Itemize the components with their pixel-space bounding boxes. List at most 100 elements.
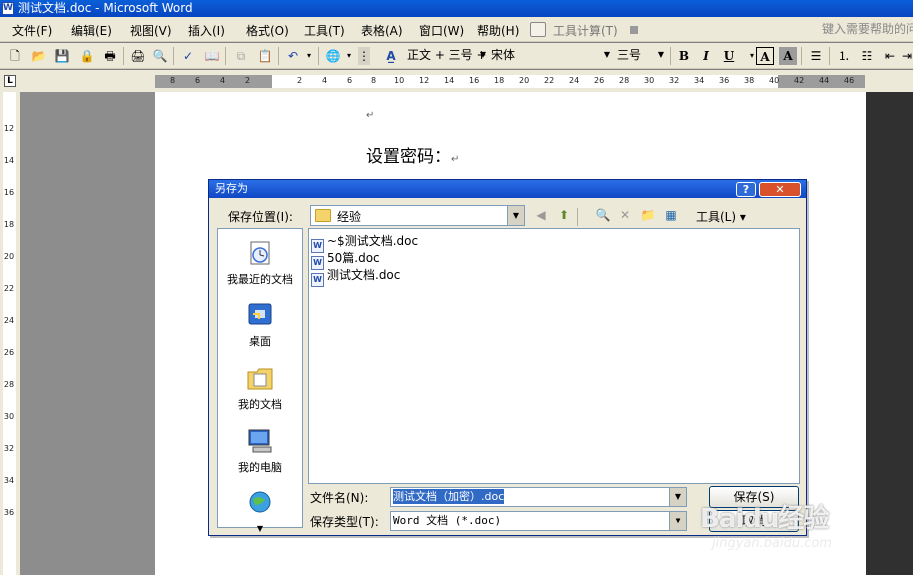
font-size-value: 三号 (617, 48, 642, 62)
ruler-tick: 22 (544, 76, 555, 85)
place-my-computer[interactable]: 我的电脑 (218, 427, 302, 475)
tab-selector[interactable]: L (4, 75, 16, 87)
dialog-title-bar[interactable]: 另存为 ? ✕ (209, 180, 806, 198)
decrease-indent-icon[interactable]: ⇤ (881, 47, 899, 65)
vertical-ruler[interactable]: 12 14 16 18 20 22 24 26 28 30 32 34 36 (0, 92, 20, 575)
align-justify-icon[interactable]: ☰ (807, 47, 825, 65)
chevron-down-icon[interactable]: ▼ (669, 488, 686, 506)
ruler-tick: 18 (494, 76, 505, 85)
paragraph-mark: ↵ (366, 110, 375, 121)
menu-tool-calc[interactable]: 工具计算(T) (553, 22, 618, 39)
menu-file[interactable]: 文件(F) (12, 22, 52, 39)
heading-text: 设置密码： (366, 147, 451, 167)
options-dropdown-icon[interactable]: ▾ (340, 47, 358, 65)
spelling-icon[interactable]: ✓ (179, 47, 197, 65)
menu-insert[interactable]: 插入(I) (188, 22, 225, 39)
document-heading[interactable]: 设置密码：↵ (366, 142, 459, 167)
place-desktop[interactable]: 桌面 (218, 301, 302, 349)
place-my-documents[interactable]: 我的文档 (218, 364, 302, 412)
bullet-list-icon[interactable]: ☷ (858, 47, 876, 65)
print-preview-icon[interactable]: 🖨 (129, 47, 147, 65)
filename-input[interactable]: 测试文档（加密）.doc ▼ (390, 487, 687, 507)
views-icon[interactable]: ▦ (662, 207, 680, 224)
tools-menu[interactable]: 工具(L) ▾ (696, 208, 746, 225)
permission-icon[interactable]: 🔒 (78, 47, 96, 65)
ruler-tick: 26 (594, 76, 605, 85)
filetype-combo[interactable]: Word 文档 (*.doc) ▼ (390, 511, 687, 531)
open-folder-icon[interactable]: 📂 (30, 47, 48, 65)
numbered-list-icon[interactable]: ⒈ (835, 47, 853, 65)
place-recent[interactable]: 我最近的文档 (218, 239, 302, 287)
menu-table[interactable]: 表格(A) (361, 22, 403, 39)
chevron-down-icon: ▼ (479, 50, 486, 59)
styles-formatting-icon[interactable]: A̲ (382, 47, 400, 65)
ruler-tick: 22 (3, 284, 15, 293)
toolbar-options-icon[interactable]: ⋮ (358, 47, 370, 65)
search-web-icon[interactable]: 🔍 (594, 207, 612, 224)
place-label: 我最近的文档 (227, 273, 293, 286)
new-folder-icon[interactable]: 📁 (639, 207, 657, 224)
ruler-tick: 20 (3, 252, 15, 261)
ruler-tick: 8 (170, 76, 176, 85)
separator (123, 47, 124, 65)
print-icon[interactable]: 🖶 (101, 47, 119, 65)
ruler-tick: 36 (719, 76, 730, 85)
menu-window[interactable]: 窗口(W) (419, 22, 464, 39)
scroll-down-icon[interactable]: ▼ (257, 524, 263, 533)
copy-icon[interactable]: ⧉ (232, 47, 250, 65)
file-item[interactable]: W 测试文档.doc (311, 266, 400, 287)
menu-edit[interactable]: 编辑(E) (71, 22, 112, 39)
magnify-icon[interactable]: 🔍 (151, 47, 169, 65)
desktop-icon (248, 303, 272, 325)
separator (801, 47, 802, 65)
chevron-down-icon[interactable]: ▼ (669, 512, 686, 530)
close-button[interactable]: ✕ (759, 182, 801, 197)
italic-button[interactable]: I (697, 47, 715, 65)
calculator-icon[interactable] (530, 22, 546, 37)
ruler-tick: 24 (569, 76, 580, 85)
recent-documents-icon (250, 241, 270, 265)
ruler-tick: 12 (3, 124, 15, 133)
underline-button[interactable]: U (720, 47, 738, 65)
font-combo[interactable]: 宋体 ▼ (488, 46, 612, 66)
horizontal-ruler[interactable]: 8 6 4 2 2 4 6 8 10 12 14 16 18 20 22 24 … (155, 75, 865, 88)
chevron-down-icon[interactable]: ▼ (507, 206, 524, 225)
separator (173, 47, 174, 65)
menu-help[interactable]: 帮助(H) (477, 22, 519, 39)
font-size-combo[interactable]: 三号 ▼ (614, 46, 666, 66)
ruler-tick: 34 (3, 476, 15, 485)
style-combo[interactable]: 正文 + 三号 + ▼ (404, 46, 488, 66)
menu-tools[interactable]: 工具(T) (304, 22, 345, 39)
up-folder-icon[interactable]: ⬆ (555, 207, 573, 224)
word-document-icon[interactable]: W (2, 2, 14, 15)
delete-icon[interactable]: ✕ (616, 207, 634, 224)
save-icon[interactable]: 💾 (53, 47, 71, 65)
ruler-tick: 14 (444, 76, 455, 85)
dialog-title: 另存为 (215, 182, 248, 195)
my-documents-icon (247, 368, 273, 390)
increase-indent-icon[interactable]: ⇥ (902, 47, 912, 65)
ruler-tick: 2 (297, 76, 303, 85)
menu-format[interactable]: 格式(O) (246, 22, 289, 39)
paste-icon[interactable]: 📋 (256, 47, 274, 65)
back-icon[interactable]: ◀ (532, 207, 550, 224)
chevron-down-icon: ▼ (603, 50, 610, 59)
bold-button[interactable]: B (675, 47, 693, 65)
character-shading-button[interactable]: A (779, 47, 797, 65)
ruler-tick: 6 (195, 76, 201, 85)
ruler-tick: 18 (3, 220, 15, 229)
save-in-combo[interactable]: 经验 ▼ (310, 205, 525, 226)
ruler-tick: 14 (3, 156, 15, 165)
ruler-tick: 28 (619, 76, 630, 85)
ruler-tick: 4 (322, 76, 328, 85)
research-icon[interactable]: 📖 (203, 47, 221, 65)
place-network[interactable]: ▼ (218, 489, 302, 534)
undo-dropdown-icon[interactable]: ▾ (300, 47, 318, 65)
file-list[interactable]: W ~$测试文档.doc W 50篇.doc W 测试文档.doc (308, 228, 800, 484)
new-document-icon[interactable]: 🗋 (6, 47, 24, 65)
help-button[interactable]: ? (736, 182, 756, 197)
place-label: 我的电脑 (238, 461, 282, 474)
menu-view[interactable]: 视图(V) (130, 22, 172, 39)
help-question-input[interactable]: 键入需要帮助的问题 (822, 20, 913, 38)
character-border-button[interactable]: A (756, 47, 774, 65)
